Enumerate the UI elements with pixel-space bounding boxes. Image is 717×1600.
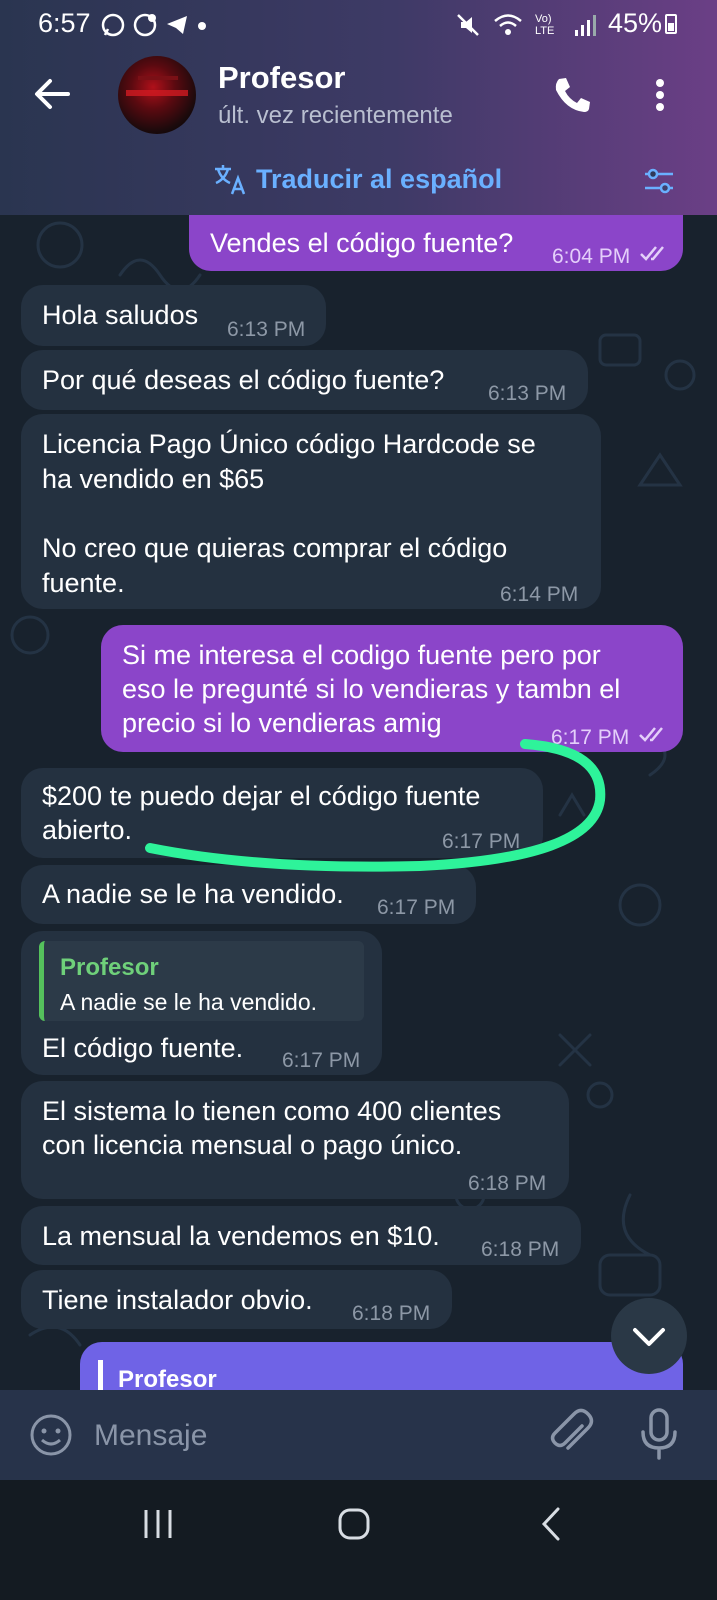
- message-text-line: eso le pregunté si lo vendieras y tambn …: [122, 674, 621, 704]
- message-time: 6:18 PM: [352, 1302, 431, 1325]
- message-text-line: precio si lo vendieras amig: [122, 708, 442, 738]
- double-check-icon: [639, 727, 663, 742]
- message-input-bar: [0, 1390, 717, 1480]
- back-arrow-icon[interactable]: [28, 70, 76, 118]
- home-icon[interactable]: [336, 1506, 372, 1542]
- telegram-icon: [167, 16, 187, 34]
- status-time: 6:57: [38, 8, 91, 38]
- message-text: Hola saludos: [42, 300, 199, 330]
- microphone-icon[interactable]: [638, 1406, 680, 1462]
- message-text: Por qué deseas el código fuente?: [42, 365, 445, 395]
- message-time: 6:18 PM: [481, 1238, 560, 1261]
- reply-author: Profesor: [60, 954, 159, 981]
- more-menu-icon[interactable]: [645, 74, 675, 116]
- recent-apps-icon[interactable]: [140, 1508, 176, 1540]
- scroll-to-bottom-button[interactable]: [611, 1298, 687, 1374]
- message-time: 6:18 PM: [468, 1172, 547, 1195]
- reply-text: A nadie se le ha vendido.: [60, 989, 318, 1015]
- message-text-line: ha vendido en $65: [42, 464, 265, 494]
- wifi-icon: [494, 14, 522, 35]
- message-bubble-incoming[interactable]: Hola saludos 6:13 PM: [21, 285, 326, 346]
- whatsapp-business-icon: [133, 13, 157, 37]
- chat-header: 6:57 Vo) LTE 45% Profesor últ. vez recie…: [0, 0, 717, 215]
- whatsapp-icon: [101, 13, 125, 37]
- mute-icon: [457, 14, 479, 36]
- contact-name[interactable]: Profesor: [218, 60, 345, 96]
- message-input[interactable]: [92, 1408, 526, 1464]
- message-time: 6:17 PM: [282, 1049, 361, 1072]
- system-navigation-bar: [0, 1480, 717, 1600]
- chevron-down-icon: [633, 1328, 665, 1346]
- message-text-line: El sistema lo tienen como 400 clientes: [42, 1096, 502, 1126]
- message-bubble-outgoing[interactable]: Si me interesa el codigo fuente pero por…: [101, 625, 683, 752]
- translate-button[interactable]: Traducir al español: [256, 164, 502, 195]
- double-check-icon: [640, 246, 664, 261]
- message-time: 6:04 PM: [552, 245, 631, 268]
- status-bar: 6:57 Vo) LTE 45%: [0, 0, 717, 50]
- emoji-icon[interactable]: [28, 1412, 74, 1458]
- paperclip-icon[interactable]: [548, 1408, 596, 1460]
- settings-sliders-icon[interactable]: [641, 163, 677, 199]
- dot-icon: [198, 22, 206, 30]
- message-text-line: abierto.: [42, 815, 133, 845]
- volte-label: Vo) LTE: [535, 13, 555, 37]
- message-text: La mensual la vendemos en $10.: [42, 1221, 440, 1251]
- message-time: 6:14 PM: [500, 583, 579, 606]
- back-nav-icon[interactable]: [538, 1506, 564, 1542]
- notification-icons: [100, 10, 208, 40]
- message-bubble-incoming[interactable]: $200 te puedo dejar el código fuente abi…: [21, 768, 543, 858]
- quoted-reply[interactable]: Profesor A nadie se le ha vendido.: [39, 941, 364, 1021]
- message-text-line: No creo que quieras comprar el código: [42, 533, 508, 563]
- phone-icon[interactable]: [550, 74, 592, 116]
- message-bubble-incoming[interactable]: La mensual la vendemos en $10. 6:18 PM: [21, 1206, 581, 1265]
- avatar[interactable]: [118, 56, 196, 134]
- system-icons: Vo) LTE: [455, 10, 597, 40]
- message-time: 6:13 PM: [488, 382, 567, 405]
- message-time: 6:17 PM: [377, 896, 456, 919]
- message-bubble-incoming-reply[interactable]: Profesor A nadie se le ha vendido. El có…: [21, 931, 382, 1075]
- message-time: 6:17 PM: [442, 830, 521, 853]
- message-text-line: fuente.: [42, 568, 125, 598]
- message-text-line: Si me interesa el codigo fuente pero por: [122, 640, 601, 670]
- message-time: 6:13 PM: [227, 318, 306, 341]
- message-bubble-incoming[interactable]: El sistema lo tienen como 400 clientes c…: [21, 1081, 569, 1199]
- message-text: Vendes el código fuente?: [210, 228, 514, 258]
- message-text: Tiene instalador obvio.: [42, 1285, 313, 1315]
- message-bubble-incoming[interactable]: Por qué deseas el código fuente? 6:13 PM: [21, 350, 588, 410]
- battery-percentage: 45%: [607, 8, 662, 38]
- message-time: 6:17 PM: [551, 726, 630, 749]
- message-text-line: con licencia mensual o pago único.: [42, 1130, 463, 1160]
- signal-icon: [575, 15, 596, 36]
- message-text-line: $200 te puedo dejar el código fuente: [42, 781, 481, 811]
- message-bubble-outgoing[interactable]: Vendes el código fuente? 6:04 PM: [189, 215, 683, 271]
- message-bubble-incoming[interactable]: Tiene instalador obvio. 6:18 PM: [21, 1270, 452, 1329]
- battery-icon: [665, 14, 677, 34]
- message-bubble-incoming[interactable]: Licencia Pago Único código Hardcode se h…: [21, 414, 601, 609]
- translate-icon: [215, 165, 246, 195]
- message-text-line: Licencia Pago Único código Hardcode se: [42, 429, 536, 459]
- last-seen-status: últ. vez recientemente: [218, 102, 453, 129]
- message-text: A nadie se le ha vendido.: [42, 879, 344, 909]
- message-bubble-incoming[interactable]: A nadie se le ha vendido. 6:17 PM: [21, 865, 476, 924]
- message-text: El código fuente.: [42, 1033, 244, 1063]
